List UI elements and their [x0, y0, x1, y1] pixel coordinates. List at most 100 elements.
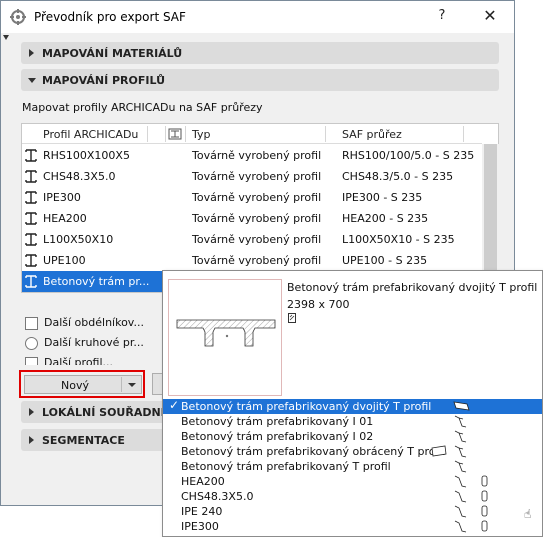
i-beam-icon: [25, 212, 37, 225]
steel-profile-icon: [454, 505, 467, 518]
radio-label: Další kruhové pr...: [44, 336, 144, 349]
preview-profile-name: Betonový trám prefabrikovaný dvojitý T p…: [287, 281, 538, 294]
list-item[interactable]: Betonový trám prefabrikovaný T profil: [163, 459, 542, 474]
i-beam-icon: [25, 275, 37, 288]
new-button[interactable]: Nový: [24, 375, 142, 394]
t-beam-icon: [454, 460, 467, 473]
list-item-label: HEA200: [181, 475, 225, 488]
list-item[interactable]: ✓ Betonový trám prefabrikovaný dvojitý T…: [163, 398, 542, 414]
cell-type: Továrně vyrobený profil: [192, 191, 322, 204]
list-item-label: Betonový trám prefabrikovaný dvojitý T p…: [181, 400, 432, 413]
steel-profile-icon: [454, 475, 467, 488]
column-separator: [165, 126, 166, 142]
profile-preview: [168, 279, 282, 396]
i-beam-icon: [454, 445, 467, 458]
profile-preview-column-icon[interactable]: [168, 128, 182, 140]
section-title: SEGMENTACE: [42, 434, 125, 447]
profile-mapping-table: Profil ARCHICADu Typ SAF průřez RHS100X1…: [21, 123, 499, 293]
cell-saf: IPE300 - S 235: [342, 191, 423, 204]
checkbox[interactable]: [25, 317, 38, 330]
list-item-label: Betonový trám prefabrikovaný I 01: [181, 415, 374, 428]
column-separator: [185, 126, 186, 142]
double-t-icon: [453, 401, 470, 411]
i-beam-icon: [25, 191, 37, 204]
column-separator: [325, 126, 326, 142]
section-material-mapping[interactable]: MAPOVÁNÍ MATERIÁLŮ: [21, 42, 499, 64]
i-beam-icon: [25, 149, 37, 162]
table-row[interactable]: UPE100 Továrně vyrobený profil UPE100 - …: [22, 250, 482, 271]
list-item-label: IPE 240: [181, 505, 223, 518]
column-separator: [147, 126, 148, 142]
app-icon: [10, 9, 26, 25]
profile-size-icon: [288, 313, 296, 323]
cell-saf: UPE100 - S 235: [342, 254, 428, 267]
list-item[interactable]: IPE300: [163, 519, 542, 534]
new-button-label: Nový: [61, 379, 89, 392]
i-beam-icon: [25, 170, 37, 183]
cell-saf: CHS48.3/5.0 - S 235: [342, 170, 454, 183]
list-item[interactable]: Betonový trám prefabrikovaný I 01: [163, 414, 542, 429]
list-item[interactable]: Betonový trám prefabrikovaný obrácený T …: [163, 444, 542, 459]
other-rectangular-checkbox[interactable]: Další obdélníkov...: [25, 315, 165, 333]
list-item[interactable]: HEA200: [163, 474, 542, 489]
steel-profile-icon: [454, 490, 467, 503]
cell-profile: RHS100X100X5: [43, 149, 130, 162]
cell-type: Továrně vyrobený profil: [192, 149, 322, 162]
table-row[interactable]: CHS48.3X5.0 Továrně vyrobený profil CHS4…: [22, 166, 482, 187]
list-item[interactable]: IPE 240: [163, 504, 542, 519]
cell-profile: Betonový trám pr...: [43, 275, 150, 288]
table-row[interactable]: IPE300 Továrně vyrobený profil IPE300 - …: [22, 187, 482, 208]
chevron-right-icon: [29, 436, 34, 444]
option-label: Další profil...: [44, 356, 114, 365]
list-item-label: Betonový trám prefabrikovaný obrácený T …: [181, 445, 446, 458]
checkmark-icon: ✓: [169, 398, 180, 412]
table-header: Profil ARCHICADu Typ SAF průřez: [22, 124, 482, 144]
cell-profile: CHS48.3X5.0: [43, 170, 116, 183]
other-profile-option[interactable]: Další profil...: [25, 355, 165, 365]
cell-profile: IPE300: [43, 191, 81, 204]
i-beam-icon: [25, 233, 37, 246]
cell-profile: L100X50X10: [43, 233, 114, 246]
title-bar[interactable]: Převodník pro export SAF ? ✕: [1, 1, 514, 33]
column-header-type[interactable]: Typ: [192, 128, 211, 141]
cell-type: Továrně vyrobený profil: [192, 212, 322, 225]
pin-arrow-icon[interactable]: [3, 35, 9, 40]
table-row[interactable]: HEA200 Továrně vyrobený profil HEA200 - …: [22, 208, 482, 229]
chevron-right-icon: [29, 49, 34, 57]
profile-list: ✓ Betonový trám prefabrikovaný dvojitý T…: [163, 398, 542, 537]
help-button[interactable]: ?: [433, 8, 451, 26]
column-header-saf[interactable]: SAF průřez: [342, 128, 402, 141]
table-row[interactable]: L100X50X10 Továrně vyrobený profil L100X…: [22, 229, 482, 250]
checkbox-label: Další obdélníkov...: [44, 316, 144, 329]
column-header-profile[interactable]: Profil ARCHICADu: [43, 128, 138, 141]
bar-icon: [481, 475, 488, 487]
checkbox[interactable]: [25, 357, 38, 365]
radio[interactable]: [25, 337, 38, 350]
profile-picker-popup: Betonový trám prefabrikovaný dvojitý T p…: [162, 270, 543, 537]
i-beam-icon: [25, 254, 37, 267]
new-button-highlight: Nový: [19, 370, 145, 398]
section-title: MAPOVÁNÍ MATERIÁLŮ: [42, 47, 183, 60]
close-button[interactable]: ✕: [479, 6, 501, 28]
section-profile-mapping[interactable]: MAPOVÁNÍ PROFILŮ: [21, 69, 499, 91]
i-beam-icon: [454, 430, 467, 443]
inverted-t-icon: [431, 445, 447, 457]
cell-type: Továrně vyrobený profil: [192, 170, 322, 183]
double-t-profile-drawing: [176, 319, 276, 347]
list-item-label: IPE300: [181, 520, 219, 533]
table-row[interactable]: RHS100X100X5 Továrně vyrobený profil RHS…: [22, 145, 482, 166]
chevron-down-icon[interactable]: [121, 377, 141, 392]
other-round-radio[interactable]: Další kruhové pr...: [25, 335, 165, 353]
mapping-description: Mapovat profily ARCHICADu na SAF průřezy: [22, 101, 263, 114]
steel-profile-icon: [454, 520, 467, 533]
cell-type: Továrně vyrobený profil: [192, 254, 322, 267]
i-beam-icon: [454, 415, 467, 428]
cell-saf: HEA200 - S 235: [342, 212, 429, 225]
list-item[interactable]: CHS48.3X5.0: [163, 489, 542, 504]
chevron-right-icon: [29, 408, 34, 416]
list-item-label: CHS48.3X5.0: [181, 490, 254, 503]
bar-icon: [481, 520, 488, 532]
cell-profile: HEA200: [43, 212, 87, 225]
cell-saf: RHS100/100/5.0 - S 235: [342, 149, 475, 162]
list-item[interactable]: Betonový trám prefabrikovaný I 02: [163, 429, 542, 444]
